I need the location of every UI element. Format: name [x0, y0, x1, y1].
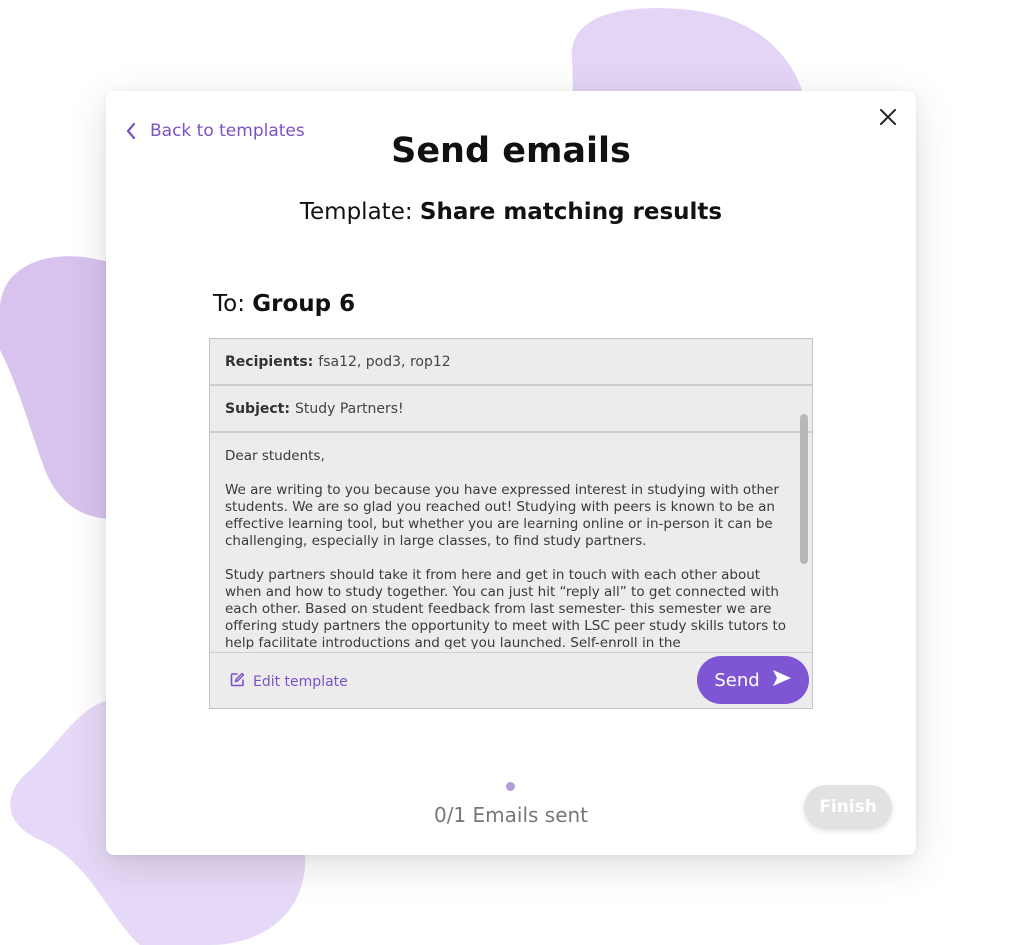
- send-button[interactable]: Send: [697, 656, 809, 704]
- recipient-group-line: To: Group 6: [213, 291, 355, 317]
- send-icon: [772, 669, 792, 692]
- subject-value: Study Partners!: [294, 400, 404, 417]
- dialog-title: Send emails: [391, 131, 631, 171]
- email-actions: Edit template Send: [210, 652, 812, 708]
- recipients-value: fsa12, pod3, rop12: [318, 353, 451, 370]
- emails-sent-status: 0/1 Emails sent: [433, 803, 589, 827]
- send-button-label: Send: [714, 669, 760, 691]
- email-body[interactable]: Dear students, We are writing to you bec…: [210, 433, 812, 649]
- close-icon: [880, 109, 896, 129]
- template-line: Template: Share matching results: [106, 199, 916, 225]
- progress-indicator-dot: [506, 782, 515, 791]
- template-prefix: Template:: [299, 199, 413, 225]
- edit-template-label: Edit template: [253, 673, 348, 690]
- group-name: Group 6: [252, 291, 356, 317]
- background-blob-left: [0, 256, 120, 519]
- recipients-row: Recipients: fsa12, pod3, rop12: [210, 339, 812, 386]
- email-preview: Recipients: fsa12, pod3, rop12 Subject: …: [209, 338, 813, 709]
- to-prefix: To:: [213, 291, 245, 317]
- close-button[interactable]: [876, 107, 900, 131]
- finish-button[interactable]: Finish: [804, 785, 892, 829]
- edit-template-button[interactable]: Edit template: [230, 672, 348, 691]
- body-paragraph: We are writing to you because you have e…: [225, 482, 779, 549]
- recipients-label: Recipients:: [225, 353, 314, 370]
- send-emails-dialog: Back to templates Send emails Template: …: [106, 91, 916, 855]
- template-name: Share matching results: [419, 199, 723, 225]
- subject-label: Subject:: [225, 400, 290, 417]
- email-scrollbar[interactable]: [800, 414, 808, 564]
- edit-icon: [230, 672, 245, 691]
- subject-row: Subject: Study Partners!: [210, 386, 812, 433]
- body-paragraph: Study partners should take it from here …: [225, 567, 787, 649]
- body-paragraph: Dear students,: [225, 448, 325, 464]
